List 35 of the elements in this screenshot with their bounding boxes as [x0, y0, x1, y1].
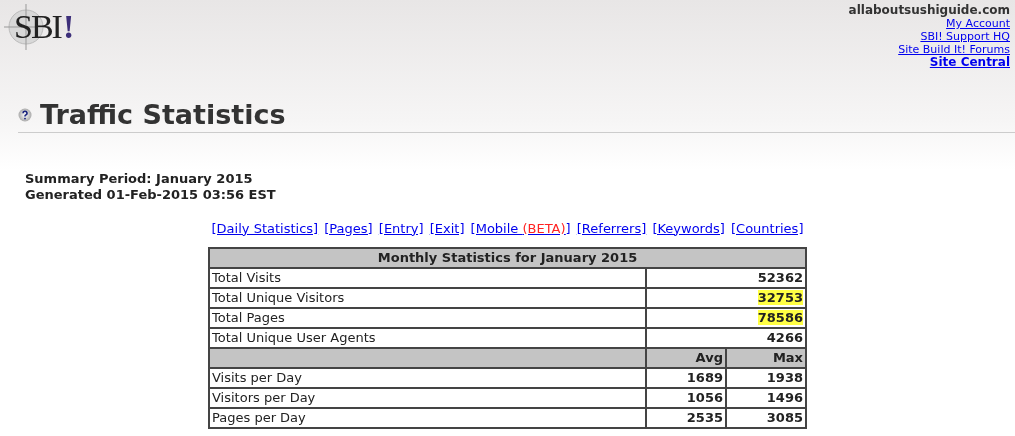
nav-link-text[interactable]: [Referrers]: [576, 220, 647, 236]
account-link[interactable]: My Account: [946, 17, 1010, 30]
nav-link-text[interactable]: [Keywords]: [652, 220, 725, 236]
stat-value: 52362: [757, 270, 803, 286]
row-label: Visitors per Day: [209, 388, 646, 409]
nav-link-text[interactable]: [Pages]: [324, 220, 373, 236]
row-label: Visits per Day: [209, 368, 646, 389]
stat-value: 1689: [646, 368, 726, 389]
row-label: Total Unique Visitors: [209, 288, 646, 309]
account-link[interactable]: SBI! Support HQ: [920, 30, 1010, 43]
stat-value: 32753: [757, 290, 803, 306]
stat-value: 78586: [757, 310, 803, 326]
nav-link-text[interactable]: [Daily Statistics]: [211, 220, 319, 236]
help-icon[interactable]: [18, 107, 32, 122]
summary-text: Generated 01-Feb-2015 03:56 EST: [25, 186, 277, 203]
stat-value: 1496: [726, 388, 806, 409]
nav-link-text[interactable]: [Entry]: [378, 220, 424, 236]
stat-value: 1938: [726, 368, 806, 389]
logo[interactable]: SBI!: [4, 4, 76, 44]
stat-value: 2535: [646, 408, 726, 429]
stat-value: 4266: [766, 330, 803, 346]
stat-value: 1056: [646, 388, 726, 409]
page-title: Traffic Statistics: [40, 100, 286, 130]
nav-link-text[interactable]: [Exit]: [429, 220, 465, 236]
account-link[interactable]: Site Build It! Forums: [898, 43, 1010, 56]
nav-link-text[interactable]: [Countries]: [731, 220, 804, 236]
site-name: allaboutsushiguide.com: [848, 4, 1010, 17]
stat-value: 3085: [726, 408, 806, 429]
nav-link-text[interactable]: [Mobile (BETA)]: [470, 220, 571, 236]
table-title: Monthly Statistics for January 2015: [209, 248, 806, 269]
summary-text: Summary Period: January 2015: [25, 170, 254, 187]
account-link[interactable]: Site Central: [929, 55, 1010, 69]
row-label: Pages per Day: [209, 408, 646, 429]
row-label: Total Visits: [209, 268, 646, 289]
row-label: Total Pages: [209, 308, 646, 329]
